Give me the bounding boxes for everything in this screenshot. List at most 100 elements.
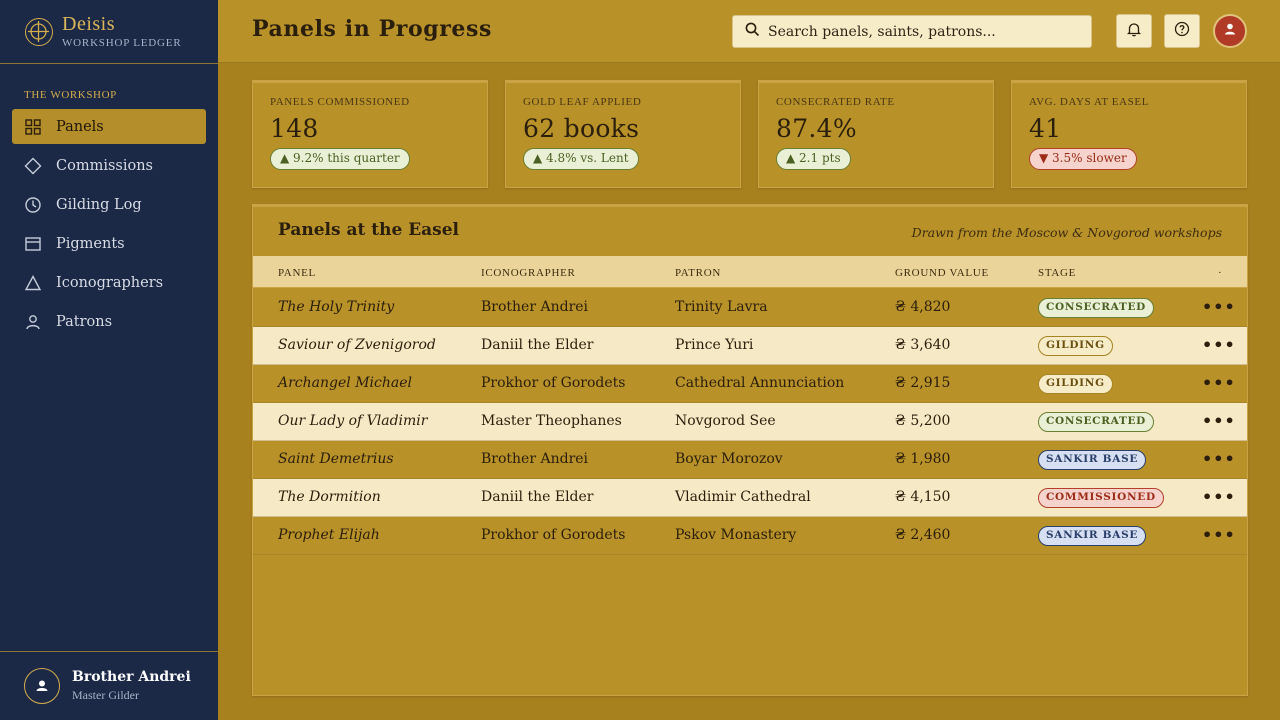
column-header-stage[interactable]: STAGE	[1038, 267, 1076, 279]
topbar: Panels in Progress	[218, 0, 1280, 63]
stat-value: 62 books	[523, 114, 640, 143]
stat-cards: PANELS COMMISSIONED 148 ▲ 9.2% this quar…	[252, 80, 1248, 188]
sidebar-item-pigments[interactable]: Pigments	[12, 226, 206, 261]
iconographer-cell: Master Theophanes	[481, 413, 622, 429]
row-more-actions-icon[interactable]: •••	[1202, 487, 1236, 506]
table-row[interactable]: The Dormition Daniil the Elder Vladimir Ca…	[253, 479, 1247, 517]
panel-name-cell[interactable]: The Dormition	[278, 489, 381, 505]
clock-icon	[24, 196, 42, 214]
brand-name: Deisis	[62, 13, 115, 35]
ground-value-cell: ₴ 1,980	[895, 451, 951, 467]
stat-card-gold-leaf: GOLD LEAF APPLIED 62 books ▲ 4.8% vs. Le…	[505, 80, 741, 188]
panel-name-cell[interactable]: Saviour of Zvenigorod	[278, 337, 436, 353]
profile-avatar[interactable]	[1213, 14, 1247, 48]
stat-card-panels-commissioned: PANELS COMMISSIONED 148 ▲ 9.2% this quar…	[252, 80, 488, 188]
brand-subtitle: WORKSHOP LEDGER	[62, 37, 182, 49]
sidebar-item-label: Commissions	[56, 157, 153, 174]
stage-badge: GILDING	[1038, 336, 1113, 356]
panel-name-cell[interactable]: The Holy Trinity	[278, 299, 394, 315]
patron-cell: Vladimir Cathedral	[675, 489, 811, 505]
user-role: Master Gilder	[72, 688, 139, 702]
patron-cell: Boyar Morozov	[675, 451, 783, 467]
table-row[interactable]: The Holy Trinity Brother Andrei Trinity La…	[253, 289, 1247, 327]
stat-delta-badge: ▼ 3.5% slower	[1029, 148, 1137, 170]
table-row[interactable]: Saviour of Zvenigorod Daniil the Elder Pri…	[253, 327, 1247, 365]
table-note: Drawn from the Moscow & Novgorod worksho…	[911, 225, 1222, 240]
sidebar-item-gilding-log[interactable]: Gilding Log	[12, 187, 206, 222]
brand-cross-icon	[25, 17, 53, 46]
ground-value-cell: ₴ 2,460	[895, 527, 951, 543]
stage-badge: GILDING	[1038, 374, 1113, 394]
panel-name-cell[interactable]: Prophet Elijah	[278, 527, 380, 543]
table-row[interactable]: Archangel Michael Prokhor of Gorodets Cath…	[253, 365, 1247, 403]
nav-section-label: THE WORKSHOP	[24, 89, 117, 101]
row-more-actions-icon[interactable]: •••	[1202, 373, 1236, 392]
patron-cell: Prince Yuri	[675, 337, 754, 353]
ground-value-cell: ₴ 3,640	[895, 337, 951, 353]
stage-badge: COMMISSIONED	[1038, 488, 1164, 508]
stat-value: 87.4%	[776, 114, 857, 143]
row-more-actions-icon[interactable]: •••	[1202, 525, 1236, 544]
current-user[interactable]: Brother Andrei Master Gilder	[0, 651, 218, 720]
iconographer-cell: Daniil the Elder	[481, 489, 594, 505]
sidebar-item-panels[interactable]: Panels	[12, 109, 206, 144]
sidebar-item-commissions[interactable]: Commissions	[12, 148, 206, 183]
column-header-iconographer[interactable]: ICONOGRAPHER	[481, 267, 576, 279]
brand: Deisis WORKSHOP LEDGER	[0, 0, 218, 64]
panel-name-cell[interactable]: Our Lady of Vladimir	[278, 413, 427, 429]
diamond-icon	[24, 157, 42, 175]
sidebar-item-label: Panels	[56, 118, 104, 135]
row-more-actions-icon[interactable]: •••	[1202, 449, 1236, 468]
ground-value-cell: ₴ 5,200	[895, 413, 951, 429]
sidebar-item-label: Patrons	[56, 313, 113, 330]
patron-cell: Novgorod See	[675, 413, 776, 429]
stage-badge: SANKIR BASE	[1038, 450, 1147, 470]
help-icon	[1174, 21, 1190, 41]
table-row[interactable]: Saint Demetrius Brother Andrei Boyar Moroz…	[253, 441, 1247, 479]
table-title: Panels at the Easel	[278, 220, 460, 240]
iconographer-cell: Prokhor of Gorodets	[481, 375, 626, 391]
person-icon	[24, 313, 42, 331]
patron-cell: Trinity Lavra	[675, 299, 768, 315]
column-header-panel[interactable]: PANEL	[278, 267, 316, 279]
table-row[interactable]: Prophet Elijah Prokhor of Gorodets Pskov M…	[253, 517, 1247, 555]
user-name: Brother Andrei	[72, 669, 191, 685]
user-avatar-icon	[24, 668, 60, 704]
panel-name-cell[interactable]: Archangel Michael	[278, 375, 412, 391]
sidebar: Deisis WORKSHOP LEDGER THE WORKSHOP Pane…	[0, 0, 218, 720]
sidebar-item-label: Iconographers	[56, 274, 164, 291]
row-more-actions-icon[interactable]: •••	[1202, 297, 1236, 316]
iconographer-cell: Brother Andrei	[481, 299, 589, 315]
row-more-actions-icon[interactable]: •••	[1202, 335, 1236, 354]
stat-label: CONSECRATED RATE	[776, 96, 895, 108]
search-box[interactable]	[732, 15, 1092, 48]
patron-cell: Pskov Monastery	[675, 527, 797, 543]
page-title: Panels in Progress	[252, 16, 492, 42]
row-more-actions-icon[interactable]: •••	[1202, 411, 1236, 430]
stat-delta-badge: ▲ 9.2% this quarter	[270, 148, 410, 170]
iconographer-cell: Daniil the Elder	[481, 337, 594, 353]
help-button[interactable]	[1164, 14, 1200, 48]
iconographer-cell: Prokhor of Gorodets	[481, 527, 626, 543]
column-header-patron[interactable]: PATRON	[675, 267, 721, 279]
ground-value-cell: ₴ 2,915	[895, 375, 951, 391]
column-header-ground-value[interactable]: GROUND VALUE	[895, 267, 989, 279]
table-row[interactable]: Our Lady of Vladimir Master Theophanes Nov…	[253, 403, 1247, 441]
iconographer-cell: Brother Andrei	[481, 451, 589, 467]
sidebar-item-patrons[interactable]: Patrons	[12, 304, 206, 339]
table-body: The Holy Trinity Brother Andrei Trinity La…	[253, 289, 1247, 555]
stat-delta-badge: ▲ 2.1 pts	[776, 148, 851, 170]
stat-label: PANELS COMMISSIONED	[270, 96, 410, 108]
panel-name-cell[interactable]: Saint Demetrius	[278, 451, 394, 467]
ground-value-cell: ₴ 4,820	[895, 299, 951, 315]
stat-delta-badge: ▲ 4.8% vs. Lent	[523, 148, 639, 170]
notifications-button[interactable]	[1116, 14, 1152, 48]
sidebar-item-label: Pigments	[56, 235, 125, 252]
stage-badge: SANKIR BASE	[1038, 526, 1147, 546]
stat-label: GOLD LEAF APPLIED	[523, 96, 642, 108]
sidebar-item-iconographers[interactable]: Iconographers	[12, 265, 206, 300]
stat-label: AVG. DAYS AT EASEL	[1029, 96, 1150, 108]
search-input[interactable]	[768, 23, 1068, 40]
table-header: PANEL ICONOGRAPHER PATRON GROUND VALUE S…	[253, 256, 1247, 288]
panels-table-card: Panels at the Easel Drawn from the Mosco…	[252, 204, 1248, 696]
